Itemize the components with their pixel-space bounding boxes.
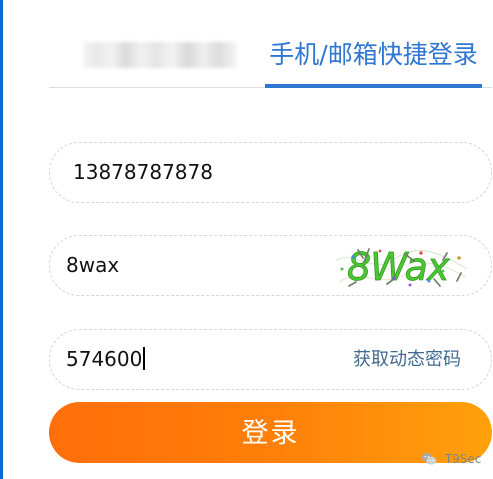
blurred-login-tab[interactable] <box>83 42 237 68</box>
login-panel: 手机/邮箱快捷登录 13878787878 8wax 8Wax 574600 获… <box>0 0 493 479</box>
login-tabs: 手机/邮箱快捷登录 <box>49 22 492 88</box>
phone-input-value[interactable]: 13878787878 <box>73 143 213 202</box>
get-dynamic-password-link[interactable]: 获取动态密码 <box>353 330 461 389</box>
wechat-icon <box>421 453 437 465</box>
sms-code-input-value[interactable]: 574600 <box>66 330 145 389</box>
phone-field[interactable]: 13878787878 <box>49 142 492 203</box>
captcha-image[interactable]: 8Wax <box>336 244 467 290</box>
watermark-text: T9Sec <box>444 452 482 466</box>
sms-code-text: 574600 <box>66 347 143 371</box>
captcha-image-text: 8Wax <box>347 245 450 289</box>
sms-code-field[interactable]: 574600 获取动态密码 <box>49 329 492 390</box>
captcha-field[interactable]: 8wax 8Wax <box>49 235 492 296</box>
watermark: T9Sec <box>420 449 481 469</box>
active-tab-indicator <box>265 84 482 88</box>
text-caret <box>143 347 145 370</box>
tab-phone-email-quick-login[interactable]: 手机/邮箱快捷登录 <box>265 34 482 76</box>
left-edge-border <box>0 0 3 479</box>
captcha-input-value[interactable]: 8wax <box>66 236 119 295</box>
